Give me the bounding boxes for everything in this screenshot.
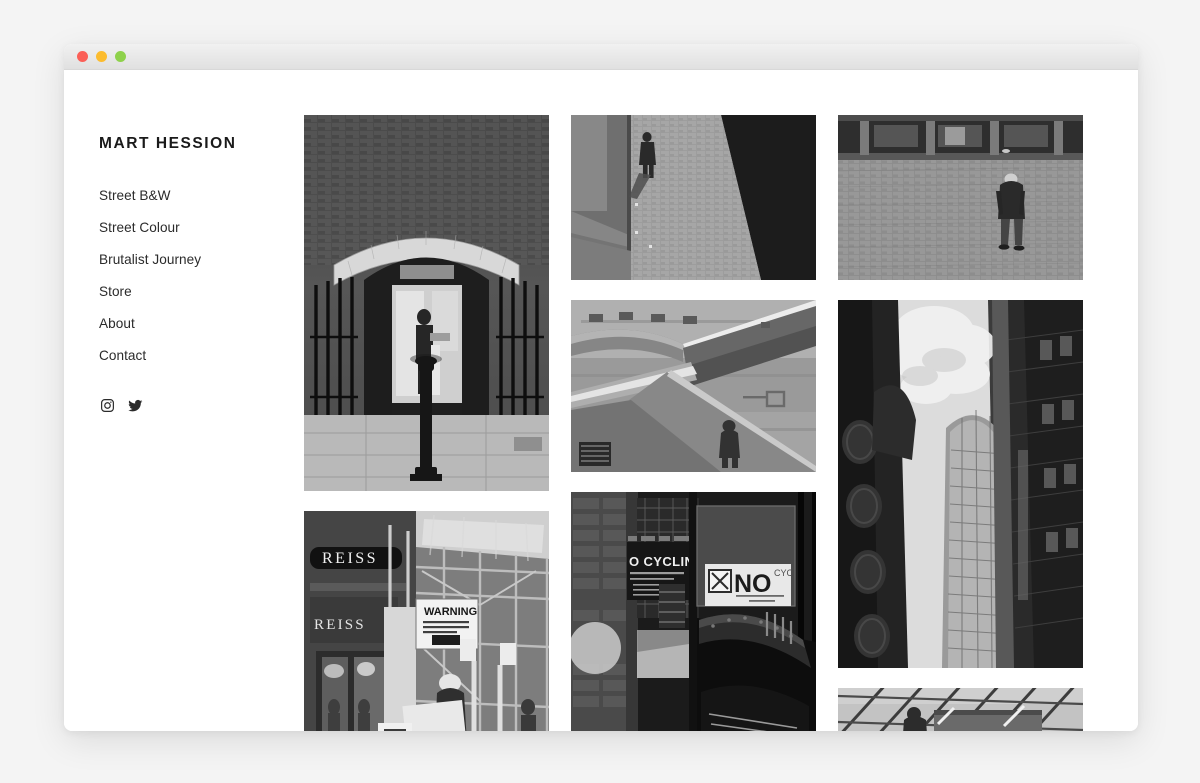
social-links bbox=[99, 398, 304, 414]
photo-no-cycling-tunnel[interactable]: O CYCLING NO CYC bbox=[571, 492, 816, 731]
browser-window: MART HESSION Street B&W Street Colour Br… bbox=[64, 44, 1138, 731]
window-title-bar bbox=[64, 44, 1138, 70]
instagram-icon[interactable] bbox=[99, 398, 115, 414]
photo-reiss-scaffolding[interactable]: REISS REISS WARNING bbox=[304, 511, 549, 731]
sidebar: MART HESSION Street B&W Street Colour Br… bbox=[99, 111, 304, 414]
gallery-column-2: O CYCLING NO CYC bbox=[571, 115, 816, 731]
svg-text:REISS: REISS bbox=[322, 550, 378, 567]
svg-text:NO: NO bbox=[734, 570, 772, 598]
sidebar-item-store[interactable]: Store bbox=[99, 285, 304, 299]
photo-concrete-stairs[interactable] bbox=[571, 300, 816, 472]
svg-text:WARNING: WARNING bbox=[424, 606, 477, 618]
sidebar-item-about[interactable]: About bbox=[99, 317, 304, 331]
site-title: MART HESSION bbox=[99, 135, 237, 152]
main-navigation: Street B&W Street Colour Brutalist Journ… bbox=[99, 188, 304, 363]
twitter-icon[interactable] bbox=[127, 398, 143, 414]
window-minimize-button[interactable] bbox=[96, 51, 107, 62]
photo-man-on-cobbles[interactable] bbox=[838, 115, 1083, 280]
photo-lone-walker-shadow[interactable] bbox=[571, 115, 816, 280]
photo-brick-archway[interactable] bbox=[304, 115, 549, 491]
window-close-button[interactable] bbox=[77, 51, 88, 62]
sidebar-item-brutalist-journey[interactable]: Brutalist Journey bbox=[99, 253, 304, 267]
page-content: MART HESSION Street B&W Street Colour Br… bbox=[64, 70, 1138, 731]
photo-alley-skyscraper[interactable] bbox=[838, 300, 1083, 668]
sidebar-item-street-bw[interactable]: Street B&W bbox=[99, 188, 304, 203]
gallery-column-1: REISS REISS WARNING bbox=[304, 115, 549, 731]
gallery-column-3 bbox=[838, 115, 1083, 731]
window-maximize-button[interactable] bbox=[115, 51, 126, 62]
photo-glass-facade[interactable] bbox=[838, 688, 1083, 731]
photo-gallery: REISS REISS WARNING O CYCLING NO CYC bbox=[304, 111, 1083, 731]
svg-text:REISS: REISS bbox=[314, 617, 366, 633]
svg-text:CYC: CYC bbox=[774, 568, 794, 578]
sidebar-item-street-colour[interactable]: Street Colour bbox=[99, 221, 304, 235]
sidebar-item-contact[interactable]: Contact bbox=[99, 349, 304, 363]
